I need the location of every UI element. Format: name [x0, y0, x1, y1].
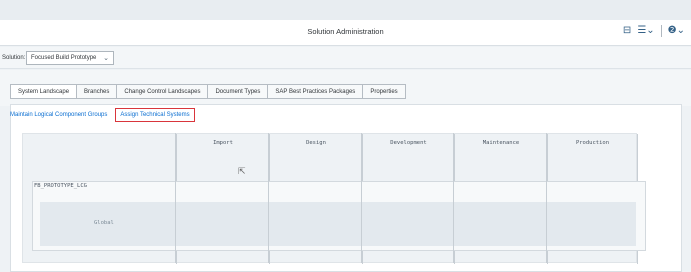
global-row-label: Global [94, 220, 114, 226]
column-divider [268, 133, 269, 263]
mouse-cursor-icon: ⇱ [238, 166, 246, 176]
tab-properties[interactable]: Properties [362, 84, 406, 99]
tab-branches[interactable]: Branches [76, 84, 117, 99]
solution-select[interactable]: Focused Build Prototype ⌄ [26, 51, 114, 65]
divider [660, 25, 662, 37]
help-icon[interactable]: ❷⌄ [668, 25, 685, 37]
tab-document-types[interactable]: Document Types [207, 84, 268, 99]
column-divider [453, 133, 454, 263]
tab-sap-best-practices-packages[interactable]: SAP Best Practices Packages [267, 84, 363, 99]
tab-system-landscape[interactable]: System Landscape [10, 84, 77, 99]
tab-bar: System Landscape Branches Change Control… [0, 70, 691, 106]
column-divider [175, 133, 176, 263]
shell-actions: ⊟ ☰⌄ ❷⌄ [623, 25, 685, 37]
maintain-lcg-link[interactable]: Maintain Logical Component Groups [10, 112, 107, 118]
list-menu-icon[interactable]: ☰⌄ [637, 25, 654, 37]
export-icon[interactable]: ⊟ [623, 25, 631, 37]
column-divider [361, 133, 362, 263]
solution-select-value: Focused Build Prototype [31, 55, 97, 61]
shell-bar: Solution Administration ⊟ ☰⌄ ❷⌄ [0, 20, 691, 46]
solution-label: Solution: [2, 55, 26, 61]
chevron-down-icon: ⌄ [103, 55, 109, 62]
assign-technical-systems-link[interactable]: Assign Technical Systems [115, 108, 195, 122]
column-divider [546, 133, 547, 263]
tab-change-control-landscapes[interactable]: Change Control Landscapes [116, 84, 208, 99]
solution-row: Solution: Focused Build Prototype ⌄ [0, 47, 691, 69]
view-links: Maintain Logical Component Groups Assign… [10, 108, 195, 122]
browser-top-strip [0, 0, 691, 20]
page-title: Solution Administration [307, 27, 384, 36]
tab-list: System Landscape Branches Change Control… [10, 84, 406, 99]
lcg-label: FB_PROTOTYPE_LCG [34, 183, 87, 189]
